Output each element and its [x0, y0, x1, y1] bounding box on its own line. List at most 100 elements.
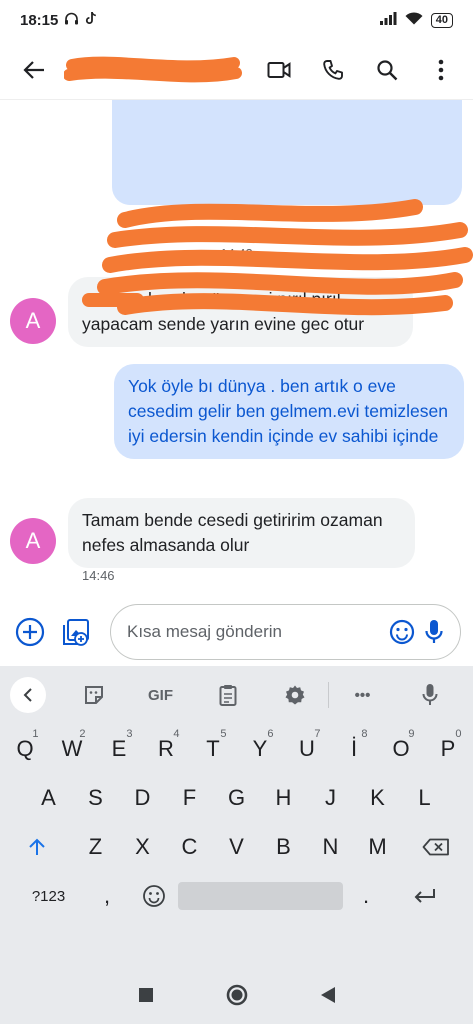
keyboard-row-2: A S D F G H J K L: [0, 774, 473, 822]
recents-button[interactable]: [128, 977, 164, 1013]
gallery-icon: [63, 619, 89, 646]
key-f[interactable]: F: [166, 774, 213, 822]
key-r[interactable]: R4: [143, 725, 190, 773]
avatar[interactable]: A: [10, 518, 56, 564]
key-w[interactable]: W2: [49, 725, 96, 773]
enter-key[interactable]: [390, 872, 460, 920]
shift-arrow-icon: [29, 838, 45, 855]
key-c[interactable]: C: [166, 823, 213, 871]
back-nav-button[interactable]: [310, 977, 346, 1013]
message-bubble-outgoing-redacted[interactable]: [112, 100, 462, 205]
voice-input-button[interactable]: [418, 616, 450, 648]
video-call-button[interactable]: [261, 52, 297, 88]
more-vert-icon: [438, 59, 444, 80]
enter-icon: [414, 889, 435, 903]
emoji-icon: [143, 885, 165, 907]
clipboard-icon: [219, 685, 236, 706]
battery-indicator: 40: [430, 12, 453, 28]
emoji-key[interactable]: [131, 872, 178, 920]
conversation-thread[interactable]: 14:43 A ben bugün o evi pırıl pırıl yapa…: [0, 100, 473, 598]
shift-key[interactable]: [2, 823, 72, 871]
key-k[interactable]: K: [354, 774, 401, 822]
key-a[interactable]: A: [25, 774, 72, 822]
sticker-button[interactable]: [60, 675, 127, 715]
emoji-button[interactable]: [386, 616, 418, 648]
wifi-icon: [405, 11, 423, 29]
key-o[interactable]: O9: [378, 725, 425, 773]
search-button[interactable]: [369, 52, 405, 88]
emoji-icon: [389, 619, 415, 645]
key-u[interactable]: U7: [284, 725, 331, 773]
backspace-key[interactable]: [401, 823, 471, 871]
avatar[interactable]: A: [10, 298, 56, 344]
key-v[interactable]: V: [213, 823, 260, 871]
message-timestamp: 14:46: [82, 568, 115, 583]
keyboard-toolbar: GIF •••: [0, 666, 473, 724]
key-b[interactable]: B: [260, 823, 307, 871]
status-time: 18:15: [20, 11, 59, 29]
key-z[interactable]: Z: [72, 823, 119, 871]
backspace-icon: [422, 838, 449, 856]
key-s[interactable]: S: [72, 774, 119, 822]
headphones-icon: [64, 12, 79, 29]
phone-icon: [323, 59, 343, 80]
system-navigation-bar: [0, 966, 473, 1024]
key-t[interactable]: T5: [190, 725, 237, 773]
key-p[interactable]: P0: [425, 725, 472, 773]
back-button[interactable]: [14, 50, 54, 90]
settings-button[interactable]: [261, 675, 328, 715]
more-tools-button[interactable]: •••: [329, 675, 396, 715]
status-bar: 18:15 40: [0, 0, 473, 40]
key-e[interactable]: E3: [96, 725, 143, 773]
triangle-back-icon: [320, 987, 335, 1003]
signal-icon: [379, 11, 397, 29]
keyboard-row-3: Z X C V B N M: [0, 823, 473, 871]
mic-icon: [425, 620, 443, 643]
gif-button[interactable]: GIF: [127, 675, 194, 715]
attach-button[interactable]: [12, 614, 48, 650]
gallery-button[interactable]: [58, 614, 94, 650]
collapse-toolbar-button[interactable]: [10, 677, 46, 713]
home-button[interactable]: [219, 977, 255, 1013]
message-input-field[interactable]: [110, 604, 461, 660]
message-input[interactable]: [127, 622, 386, 642]
message-text: Yok öyle bı dünya . ben artık o eve cese…: [128, 376, 448, 446]
symbols-key[interactable]: ?123: [14, 872, 84, 920]
conversation-header: [0, 40, 473, 100]
key-d[interactable]: D: [119, 774, 166, 822]
video-call-icon: [267, 61, 291, 78]
keyboard-row-4: ?123 , .: [0, 872, 473, 920]
space-key[interactable]: [177, 872, 343, 920]
more-options-button[interactable]: [423, 52, 459, 88]
keyboard-row-1: Q1 W2 E3 R4 T5 Y6 U7 İ8 O9 P0: [0, 725, 473, 773]
key-l[interactable]: L: [401, 774, 448, 822]
key-y[interactable]: Y6: [237, 725, 284, 773]
message-bubble-outgoing[interactable]: Yok öyle bı dünya . ben artık o eve cese…: [114, 364, 464, 459]
key-g[interactable]: G: [213, 774, 260, 822]
search-icon: [377, 59, 398, 80]
circle-icon: [226, 984, 247, 1006]
clipboard-button[interactable]: [194, 675, 261, 715]
call-button[interactable]: [315, 52, 351, 88]
key-h[interactable]: H: [260, 774, 307, 822]
on-screen-keyboard: GIF ••• Q1 W2 E3 R4 T5 Y6 U7 İ8 O9 P0 A …: [0, 666, 473, 966]
key-m[interactable]: M: [354, 823, 401, 871]
add-circle-icon: [15, 617, 45, 647]
comma-key[interactable]: ,: [84, 872, 131, 920]
sticker-icon: [84, 686, 103, 704]
key-x[interactable]: X: [119, 823, 166, 871]
keyboard-voice-button[interactable]: [396, 675, 463, 715]
tiktok-icon: [85, 11, 97, 29]
square-icon: [138, 988, 153, 1002]
key-i-dotted[interactable]: İ8: [331, 725, 378, 773]
contact-name-redacted[interactable]: [63, 55, 261, 85]
arrow-left-icon: [23, 60, 44, 79]
key-n[interactable]: N: [307, 823, 354, 871]
message-text: Tamam bende cesedi getiririm ozaman nefe…: [82, 510, 383, 555]
key-j[interactable]: J: [307, 774, 354, 822]
period-key[interactable]: .: [343, 872, 390, 920]
chevron-left-icon: [23, 688, 32, 702]
redaction-scribble: [97, 199, 473, 316]
key-q[interactable]: Q1: [2, 725, 49, 773]
message-bubble-incoming[interactable]: Tamam bende cesedi getiririm ozaman nefe…: [68, 498, 415, 568]
